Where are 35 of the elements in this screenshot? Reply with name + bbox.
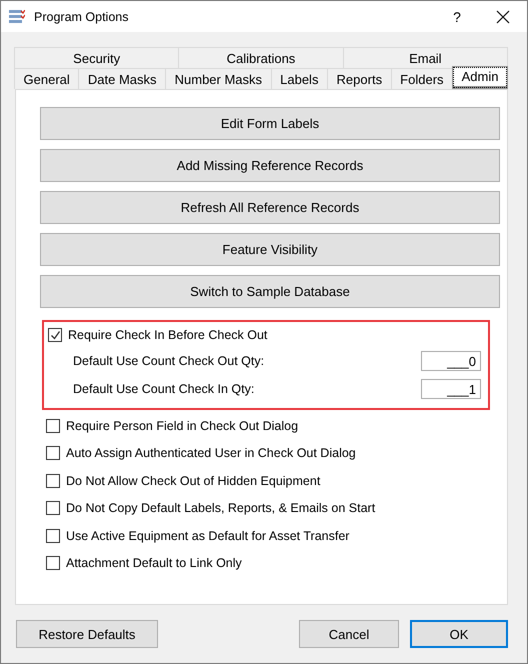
action-button[interactable]: Refresh All Reference Records [40, 191, 500, 224]
tab[interactable]: Reports [327, 68, 392, 89]
checkbox-label: Do Not Allow Check Out of Hidden Equipment [66, 474, 320, 488]
action-button[interactable]: Edit Form Labels [40, 107, 500, 140]
tab[interactable]: Admin [452, 66, 508, 89]
checkbox-label: Require Person Field in Check Out Dialog [66, 418, 298, 433]
checkbox-label: Auto Assign Authenticated User in Check Out Dialog [66, 446, 356, 460]
checkbox[interactable] [46, 556, 60, 570]
action-button[interactable]: Add Missing Reference Records [40, 149, 500, 182]
checkbox-label: Require Check In Before Check Out [68, 328, 268, 342]
checkbox-label: Attachment Default to Link Only [66, 556, 242, 570]
restore-defaults-button[interactable]: Restore Defaults [16, 620, 158, 648]
dialog-button[interactable]: Cancel [299, 620, 399, 648]
checkbox[interactable] [46, 418, 60, 433]
tab[interactable]: Email [342, 47, 508, 68]
dialog-button[interactable]: OK [410, 620, 508, 648]
checkbox[interactable] [46, 501, 60, 516]
list-icon [9, 10, 25, 24]
field-label: Default Use Count Check In Qty: [73, 382, 254, 396]
tab[interactable]: General [14, 68, 80, 89]
checkbox-label: Do Not Copy Default Labels, Reports, & Emails on Start [66, 501, 376, 516]
close-icon [496, 10, 510, 24]
action-button[interactable]: Switch to Sample Database [40, 275, 500, 308]
checkbox[interactable] [46, 446, 60, 460]
window-title: Program Options [34, 10, 130, 24]
tab[interactable]: Security [14, 47, 180, 68]
checkbox[interactable] [46, 474, 60, 488]
help-button[interactable]: ? [434, 1, 480, 32]
checkbox[interactable] [48, 328, 62, 342]
checkbox-label: Use Active Equipment as Default for Asset Transfer [66, 528, 350, 543]
number-field[interactable]: ___1 [421, 379, 481, 399]
action-button[interactable]: Feature Visibility [40, 233, 500, 266]
number-field[interactable]: ___0 [421, 351, 481, 371]
field-label: Default Use Count Check Out Qty: [73, 354, 264, 368]
checkbox[interactable] [46, 528, 60, 543]
